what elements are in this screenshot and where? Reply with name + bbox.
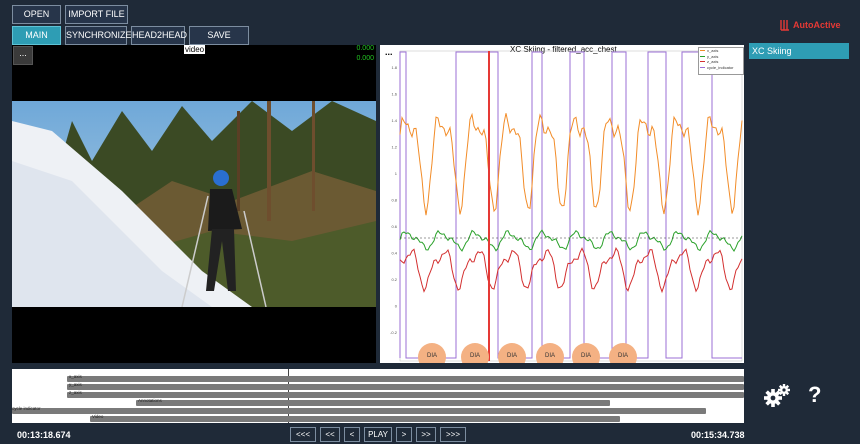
timeline-track[interactable] [136, 400, 610, 406]
skip-back-button[interactable]: << [320, 427, 340, 442]
timeline-track[interactable] [90, 416, 620, 422]
skip-forward-button[interactable]: >> [416, 427, 436, 442]
legend-label: cycle_indicator [707, 64, 734, 70]
y-tick-label: 0.6 [391, 224, 397, 229]
timeline-panel: x_axis y_axis z_axis Annotations cycle indic… [12, 369, 744, 423]
plot-frame [399, 50, 743, 362]
video-panel: ... video 0.000 0.000 [12, 45, 376, 363]
cycle-label: DIA [545, 353, 555, 359]
legend-swatch [700, 66, 705, 68]
y-tick-label: 1.6 [391, 92, 397, 97]
legend-entry: cycle_indicator [699, 65, 743, 71]
data-list: XC Skiing [749, 43, 849, 59]
cycle-indicator-series [399, 51, 742, 359]
timeline-track-label: Video [92, 414, 104, 419]
play-button[interactable]: PLAY [364, 427, 392, 442]
timeline-track-label: z_axis [69, 390, 82, 395]
cycle-label: DIA [581, 353, 591, 359]
y-tick-label: 1.2 [391, 145, 397, 150]
y-tick-label: 0 [395, 304, 398, 309]
help-question-icon[interactable]: ? [808, 382, 821, 408]
y-tick-label: 1.8 [391, 65, 397, 70]
open-button[interactable]: OPEN [12, 5, 61, 24]
plot-panel: ... XC Skiing - filtered_acc_chest 1.8 1.… [380, 45, 744, 363]
import-file-button[interactable]: IMPORT FILE [65, 5, 128, 24]
tab-synchronize[interactable]: SYNCHRONIZE [65, 26, 132, 45]
timeline-track-label: y_axis [69, 382, 82, 387]
y-tick-label: 1 [395, 171, 398, 176]
brand-logo: AutoActive [780, 18, 841, 32]
autoactive-logo-icon [780, 20, 789, 31]
timeline-track-label: x_axis [69, 374, 82, 379]
tab-head2head[interactable]: HEAD2HEAD [131, 26, 187, 45]
legend-label: y_axis [707, 53, 719, 59]
timeline-track-label: cycle indicator [12, 406, 41, 411]
step-back-button[interactable]: < [344, 427, 360, 442]
timeline-track[interactable] [67, 376, 744, 382]
cycle-label: DIA [427, 353, 437, 359]
save-project-button[interactable]: SAVE PROJECT [189, 26, 249, 57]
legend-label: z_axis [707, 59, 719, 65]
x-axis-series [399, 112, 743, 216]
legend-swatch [700, 61, 705, 63]
y-tick-label: 0.2 [391, 277, 397, 282]
brand-name: AutoActive [793, 20, 841, 30]
y-axis-series [399, 229, 743, 252]
video-menu-button[interactable]: ... [13, 46, 33, 65]
end-time: 00:15:34.738 [691, 430, 745, 440]
y-tick-label: 0.8 [391, 198, 397, 203]
z-axis-series [399, 247, 743, 294]
cycle-label: DIA [470, 353, 480, 359]
video-readout-2: 0.000 [356, 55, 374, 62]
data-list-item-xc-skiing[interactable]: XC Skiing [749, 43, 849, 59]
legend-swatch [700, 55, 705, 57]
legend-label: x_axis [707, 48, 719, 54]
timeline-track-label: Annotations [138, 398, 162, 403]
y-tick-label: 1.4 [391, 118, 397, 123]
legend-swatch [700, 50, 705, 52]
chart-svg: 1.8 1.6 1.4 1.2 1 0.8 0.6 0.4 0.2 0 -0.2 DIA DIA DIA D… [390, 50, 743, 363]
gears-icon[interactable] [762, 383, 792, 414]
cycle-label: DIA [618, 353, 628, 359]
chart-legend: x_axis y_axis z_axis cycle_indicator [698, 47, 744, 75]
y-tick-label: 0.4 [391, 251, 397, 256]
skip-forward-far-button[interactable]: >>> [440, 427, 466, 442]
video-frame [12, 101, 376, 307]
video-title: video [184, 45, 206, 54]
y-tick-label: -0.2 [390, 330, 398, 335]
cycle-label: DIA [507, 353, 517, 359]
timeline-track[interactable] [67, 392, 744, 398]
timeline-track[interactable] [12, 408, 706, 414]
timeline-track[interactable] [67, 384, 744, 390]
video-readout-1: 0.000 [356, 45, 374, 52]
skip-back-far-button[interactable]: <<< [290, 427, 316, 442]
start-time: 00:13:18.674 [17, 430, 71, 440]
step-forward-button[interactable]: > [396, 427, 412, 442]
tab-main-page[interactable]: MAIN PAGE [12, 26, 61, 57]
